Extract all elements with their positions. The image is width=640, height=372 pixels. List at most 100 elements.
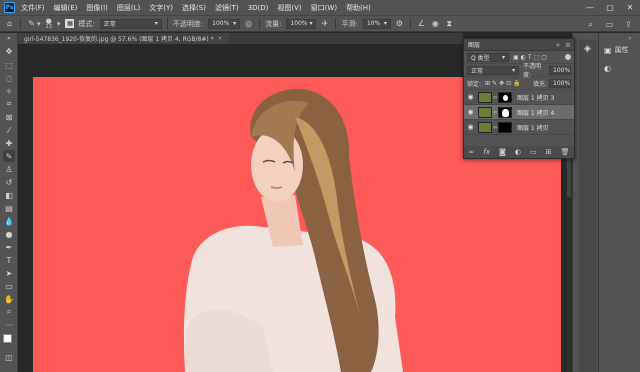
pressure-opacity-icon[interactable]: ◎ (243, 18, 254, 29)
crop-tool-icon[interactable]: ⌗ (3, 98, 15, 110)
symmetry-icon[interactable]: ⧗ (444, 18, 455, 29)
marquee-tool-icon[interactable]: ⬚ (3, 59, 15, 71)
healing-brush-tool-icon[interactable]: ✚ (3, 137, 15, 149)
trash-icon[interactable]: 🗑 (561, 148, 570, 156)
properties-tab[interactable]: ▣ 属性 (604, 45, 629, 55)
layer-mask-thumbnail[interactable] (498, 91, 512, 103)
collapse-dock-icon[interactable]: » (628, 35, 632, 42)
home-icon[interactable]: ⌂ (4, 18, 15, 29)
panel-menu-icon[interactable]: ≡ (565, 41, 571, 49)
workspace-icon[interactable]: ▭ (604, 19, 615, 30)
new-layer-icon[interactable]: ⊞ (546, 148, 552, 156)
layer-mask-thumbnail[interactable] (498, 121, 512, 133)
close-button[interactable]: ✕ (620, 0, 640, 15)
close-tab-icon[interactable]: × (218, 35, 223, 42)
mode-label: 模式: (78, 19, 95, 28)
share-icon[interactable]: ⇪ (623, 19, 634, 30)
adjustments-icon[interactable]: ◐ (604, 64, 611, 73)
pressure-size-icon[interactable]: ◉ (430, 18, 441, 29)
flow-field[interactable]: 100% ▾ (286, 18, 317, 29)
fx-icon[interactable]: fx (483, 148, 490, 156)
quick-selection-tool-icon[interactable]: ✧ (3, 85, 15, 97)
menu-select[interactable]: 选择(S) (182, 3, 206, 13)
type-tool-icon[interactable]: T (3, 254, 15, 266)
properties-label: 属性 (614, 46, 629, 54)
more-tools-icon[interactable]: ··· (3, 319, 15, 331)
gear-icon[interactable]: ⚙ (394, 18, 405, 29)
menu-edit[interactable]: 编辑(E) (54, 3, 78, 13)
angle-icon[interactable]: ∠ (416, 18, 427, 29)
layer-mask-thumbnail[interactable] (498, 106, 512, 118)
brush-tool-icon[interactable]: ✎ (26, 18, 37, 29)
layer-filter-icons[interactable]: ▣◐T⬚▢ (513, 54, 549, 61)
pen-tool-icon[interactable]: ✒ (3, 241, 15, 253)
menu-help[interactable]: 帮助(H) (346, 3, 371, 13)
menu-3d[interactable]: 3D(D) (248, 4, 269, 12)
document-tab[interactable]: girl-547836_1920-恢复的.jpg @ 57.6% (图层 1 拷… (18, 33, 229, 44)
history-brush-tool-icon[interactable]: ↺ (3, 176, 15, 188)
link-layers-icon[interactable]: ∞ (469, 148, 475, 156)
brush-tool-icon[interactable]: ✎ (3, 150, 15, 162)
search-icon[interactable]: ⌕ (585, 19, 596, 30)
filter-toggle-icon[interactable] (565, 54, 571, 60)
fill-field[interactable]: 100% (549, 78, 571, 88)
layer-row[interactable]: ◉ ∞ 图层 1 拷贝 3 (464, 90, 574, 105)
menu-view[interactable]: 视图(V) (277, 3, 301, 13)
menu-image[interactable]: 图像(I) (86, 3, 108, 13)
restore-button[interactable]: ▢ (600, 0, 620, 15)
minimize-button[interactable]: — (580, 0, 600, 15)
brush-preset-picker[interactable]: ● 13 (46, 17, 52, 30)
layer-row[interactable]: ◉ ∞ 图层 1 拷贝 (464, 120, 574, 135)
eye-icon[interactable]: ◉ (466, 93, 475, 101)
eraser-tool-icon[interactable]: ◧ (3, 189, 15, 201)
collapse-toolbar-icon[interactable]: » (3, 35, 15, 42)
zoom-tool-icon[interactable]: ⌕ (3, 306, 15, 318)
clone-stamp-tool-icon[interactable]: ♙ (3, 163, 15, 175)
layer-thumbnail (478, 106, 492, 118)
eye-icon[interactable]: ◉ (466, 108, 475, 116)
mouth-shape (270, 186, 283, 189)
panel-collapse-icon[interactable]: » (556, 41, 560, 49)
layer-opacity-field[interactable]: 100% (549, 65, 571, 75)
layers-panel-header: 图层 » ≡ (464, 39, 574, 51)
rectangle-tool-icon[interactable]: ▭ (3, 280, 15, 292)
layer-opacity-label: 不透明度: (523, 63, 542, 79)
group-icon[interactable]: ▭ (530, 148, 537, 156)
menu-file[interactable]: 文件(F) (21, 3, 45, 13)
tool-preset-chevron-icon[interactable]: ▾ (37, 20, 41, 28)
eyedropper-tool-icon[interactable]: ⁄ (3, 124, 15, 136)
brush-preset-chevron-icon[interactable]: ▾ (57, 20, 61, 28)
airbrush-icon[interactable]: ✈ (319, 18, 330, 29)
blur-tool-icon[interactable]: 💧 (3, 215, 15, 227)
blend-mode-select[interactable]: 正常 ▾ (467, 65, 520, 75)
lock-icons[interactable]: ⊞✎✥⊡🔒 (485, 80, 523, 87)
layer-row-selected[interactable]: ◉ ∞ 图层 1 拷贝 4 (464, 105, 574, 120)
lasso-tool-icon[interactable]: ◌ (3, 72, 15, 84)
menu-layer[interactable]: 图层(L) (117, 3, 140, 13)
move-tool-icon[interactable]: ✥ (3, 45, 15, 57)
frame-tool-icon[interactable]: ⊠ (3, 111, 15, 123)
dodge-tool-icon[interactable]: ● (3, 228, 15, 240)
gradient-tool-icon[interactable]: ▤ (3, 202, 15, 214)
opacity-field[interactable]: 100% ▾ (208, 18, 241, 29)
flow-chevron-icon: ▾ (309, 20, 313, 27)
add-mask-icon[interactable]: ◙ (499, 148, 506, 156)
layer-thumbnail (478, 91, 492, 103)
menu-filter[interactable]: 滤镜(T) (215, 3, 239, 13)
foreground-color-swatch[interactable] (3, 334, 12, 343)
photoshop-logo-icon[interactable]: Ps (4, 2, 15, 13)
menu-window[interactable]: 窗口(W) (311, 3, 337, 13)
layer-filter-row: Q 类型 ▾ ▣◐T⬚▢ (464, 51, 574, 64)
quick-mask-icon[interactable]: ◫ (3, 351, 15, 363)
brush-settings-icon[interactable]: ▦ (65, 19, 75, 28)
hand-tool-icon[interactable]: ✋ (3, 293, 15, 305)
smooth-field[interactable]: 10% ▾ (362, 18, 391, 29)
layer-kind-select[interactable]: Q 类型 ▾ (467, 52, 509, 62)
path-selection-tool-icon[interactable]: ➤ (3, 267, 15, 279)
layers-panel-icon[interactable]: ◈ (584, 44, 591, 54)
adjustment-layer-icon[interactable]: ◐ (515, 148, 521, 156)
mode-select[interactable]: 正常 ▾ (99, 18, 162, 29)
menu-type[interactable]: 文字(Y) (149, 3, 173, 13)
layers-tab[interactable]: 图层 (468, 40, 480, 49)
eye-icon[interactable]: ◉ (466, 123, 475, 131)
